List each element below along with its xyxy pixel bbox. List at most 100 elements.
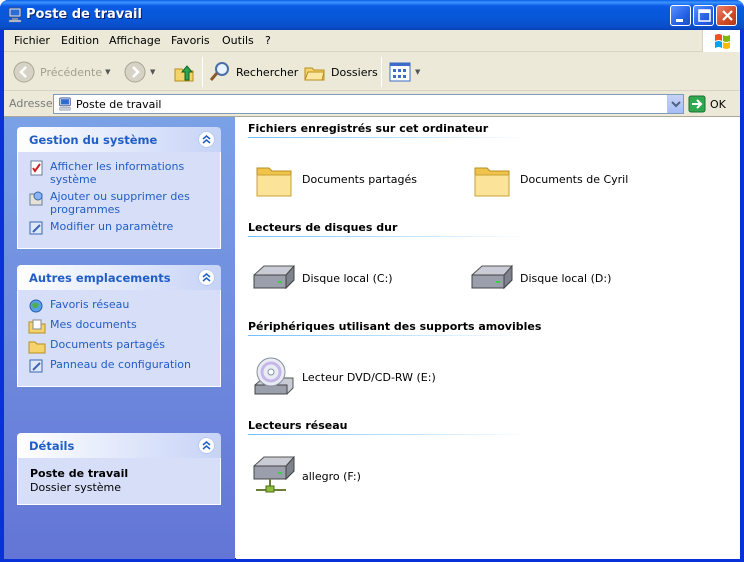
address-bar: Adresse Poste de travail OK [4, 92, 740, 116]
close-button[interactable] [716, 5, 737, 26]
main-file-list: Fichiers enregistrés sur cet ordinateur … [236, 117, 740, 559]
menu-bar: Fichier Edition Affichage Favoris Outils… [4, 30, 740, 52]
section-header-network: Lecteurs réseau [248, 419, 348, 432]
place-label: Panneau de configuration [50, 358, 192, 371]
place-label: Mes documents [50, 318, 137, 331]
add-remove-programs-icon [29, 191, 43, 206]
menu-outils[interactable]: Outils [222, 34, 254, 47]
search-button[interactable]: Rechercher [208, 57, 298, 87]
views-button[interactable]: ▼ [388, 57, 420, 87]
item-drive-d[interactable]: Disque local (D:) [468, 254, 611, 302]
section-divider [248, 236, 528, 237]
other-places-body: Favoris réseau Mes documents Documents p… [17, 290, 221, 387]
item-drive-c[interactable]: Disque local (C:) [250, 254, 393, 302]
task-label: Ajouter ou supprimer des programmes [50, 190, 190, 216]
toolbar-separator [381, 57, 382, 87]
place-my-documents[interactable]: Mes documents [28, 318, 212, 334]
search-label: Rechercher [236, 65, 299, 79]
chevron-down-icon [671, 101, 681, 108]
folder-icon [256, 167, 292, 197]
views-dropdown-icon[interactable]: ▼ [415, 68, 420, 76]
details-panel: Détails Poste de travail Dossier système [17, 433, 221, 505]
details-type: Dossier système [30, 481, 122, 494]
go-button[interactable]: OK [688, 95, 726, 113]
system-tasks-panel: Gestion du système Afficher les informat… [17, 127, 221, 249]
place-network[interactable]: Favoris réseau [28, 298, 212, 314]
toolbar-separator [202, 57, 203, 87]
minimize-button[interactable] [670, 5, 691, 26]
place-shared-documents[interactable]: Documents partagés [28, 338, 212, 354]
task-add-remove-programs[interactable]: Ajouter ou supprimer des programmes [28, 190, 212, 216]
folders-label: Dossiers [331, 65, 378, 79]
collapse-button[interactable] [198, 269, 215, 286]
section-header-hard-drives: Lecteurs de disques dur [248, 221, 398, 234]
address-value: Poste de travail [76, 98, 162, 111]
back-arrow-icon [13, 61, 35, 83]
maximize-button[interactable] [693, 5, 714, 26]
task-show-system-info[interactable]: Afficher les informations système [28, 160, 212, 186]
control-panel-icon [29, 359, 43, 373]
menu-affichage[interactable]: Affichage [109, 34, 161, 47]
up-folder-icon [174, 65, 194, 82]
collapse-button[interactable] [198, 131, 215, 148]
item-cyril-documents[interactable]: Documents de Cyril [468, 155, 628, 203]
task-change-setting[interactable]: Modifier un paramètre [28, 220, 212, 236]
minimize-icon [676, 19, 683, 22]
item-label: allegro (F:) [302, 469, 361, 483]
address-input[interactable]: Poste de travail [53, 94, 684, 114]
go-label: OK [710, 97, 726, 111]
folder-icon [28, 341, 46, 354]
collapse-chevrons-icon [202, 273, 211, 282]
menu-help[interactable]: ? [265, 34, 271, 47]
folders-button[interactable]: Dossiers [303, 57, 378, 87]
go-arrow-icon [688, 95, 706, 113]
up-folder-button[interactable] [172, 57, 196, 87]
window-title: Poste de travail [26, 7, 142, 22]
back-button[interactable]: Précédente ▼ [12, 57, 111, 87]
title-bar[interactable]: Poste de travail [0, 0, 744, 30]
other-places-title: Autres emplacements [29, 271, 171, 285]
section-divider [248, 137, 528, 138]
task-label: Modifier un paramètre [50, 220, 174, 233]
content-area: Gestion du système Afficher les informat… [4, 116, 740, 559]
item-shared-documents[interactable]: Documents partagés [250, 155, 417, 203]
system-tasks-body: Afficher les informations système Ajoute… [17, 152, 221, 249]
item-dvd-drive[interactable]: Lecteur DVD/CD-RW (E:) [250, 353, 436, 401]
forward-button[interactable]: ▼ [123, 57, 155, 87]
item-label: Lecteur DVD/CD-RW (E:) [302, 370, 436, 384]
system-tasks-title: Gestion du système [29, 133, 158, 147]
views-icon [389, 62, 411, 82]
item-network-drive-f[interactable]: allegro (F:) [250, 452, 361, 500]
control-panel-icon [29, 221, 43, 235]
section-header-files: Fichiers enregistrés sur cet ordinateur [248, 122, 489, 135]
address-dropdown-button[interactable] [667, 95, 683, 113]
details-name: Poste de travail [30, 467, 129, 480]
details-header[interactable]: Détails [17, 433, 221, 458]
back-dropdown-icon[interactable]: ▼ [105, 68, 110, 76]
item-label: Disque local (D:) [520, 271, 612, 285]
menu-fichier[interactable]: Fichier [14, 34, 50, 47]
menu-edition[interactable]: Edition [61, 34, 99, 47]
place-label: Favoris réseau [50, 298, 130, 311]
system-tasks-header[interactable]: Gestion du système [17, 127, 221, 152]
folders-icon [304, 67, 325, 81]
collapse-chevrons-icon [202, 135, 211, 144]
my-computer-icon [8, 7, 22, 23]
section-divider [248, 335, 528, 336]
section-divider [248, 434, 528, 435]
folder-icon [474, 167, 510, 197]
network-drive-icon [253, 455, 295, 493]
item-label: Documents de Cyril [520, 172, 629, 186]
other-places-header[interactable]: Autres emplacements [17, 265, 221, 290]
forward-arrow-icon [124, 61, 146, 83]
search-icon [209, 62, 229, 81]
forward-dropdown-icon[interactable]: ▼ [150, 68, 155, 76]
item-label: Disque local (C:) [302, 271, 393, 285]
details-body: Poste de travail Dossier système [17, 458, 221, 505]
collapse-button[interactable] [198, 437, 215, 454]
place-control-panel[interactable]: Panneau de configuration [28, 358, 212, 374]
item-label: Documents partagés [302, 172, 417, 186]
close-icon [722, 10, 733, 21]
menu-favoris[interactable]: Favoris [171, 34, 210, 47]
task-label: Afficher les informations système [50, 160, 185, 186]
